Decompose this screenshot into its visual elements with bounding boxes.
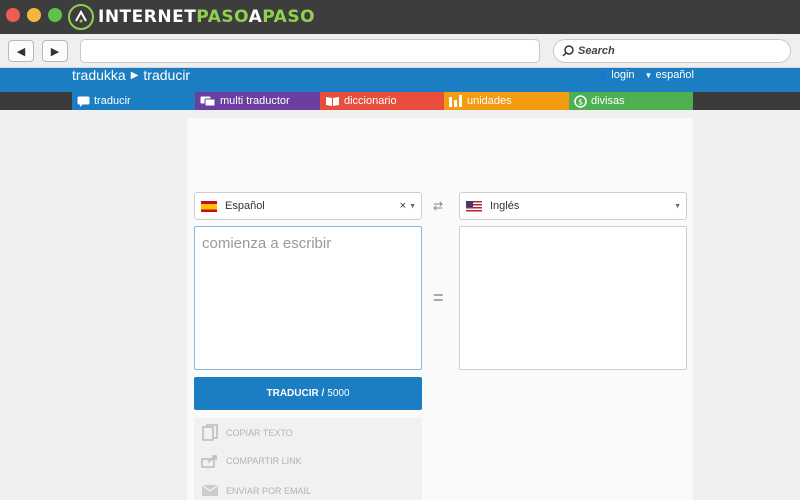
source-language-label: Español	[225, 200, 265, 212]
source-text-input[interactable]	[194, 226, 422, 370]
action-list: COPIAR TEXTO COMPARTIR LINK ENVIAR POR E…	[194, 418, 422, 500]
svg-text:$: $	[578, 97, 583, 106]
minimize-window-button[interactable]	[27, 8, 41, 22]
mail-icon	[194, 484, 226, 497]
close-window-button[interactable]	[6, 8, 20, 22]
tab-unidades[interactable]: unidades	[444, 92, 569, 110]
site-language-dropdown[interactable]: ▼ español	[645, 69, 694, 81]
watermark-logo: INTERNETPASOAPASO	[68, 3, 315, 31]
forward-button[interactable]: ▶	[42, 40, 68, 62]
chat-bubble-icon	[77, 96, 90, 107]
breadcrumb-current: traducir	[143, 67, 191, 83]
signal-logo-icon	[68, 4, 94, 30]
target-language-label: Inglés	[490, 200, 520, 212]
share-icon	[194, 454, 226, 468]
window-titlebar: INTERNETPASOAPASO	[0, 0, 800, 34]
translate-button-label: TRADUCIR /	[266, 388, 325, 399]
address-bar[interactable]	[80, 39, 540, 63]
caret-down-icon: ▼	[644, 70, 653, 80]
chat-bubbles-icon	[200, 96, 216, 107]
chevron-down-icon: ▼	[674, 202, 681, 210]
user-icon: 👤	[598, 70, 609, 80]
back-button[interactable]: ◀	[8, 40, 34, 62]
clear-language-icon[interactable]: ×	[400, 200, 406, 212]
tab-traducir[interactable]: traducir	[72, 92, 195, 110]
back-arrow-icon: ◀	[16, 45, 26, 58]
copy-icon	[194, 424, 226, 442]
bar-chart-icon	[449, 95, 463, 107]
equals-icon: =	[433, 288, 444, 308]
share-link-button[interactable]: COMPARTIR LINK	[194, 454, 302, 468]
tab-divisas[interactable]: $ divisas	[569, 92, 693, 110]
source-language-select[interactable]: Español × ▼	[194, 192, 422, 220]
us-flag-icon	[466, 200, 482, 212]
search-field[interactable]: Search	[553, 39, 791, 63]
swap-languages-icon[interactable]: ⇄	[433, 199, 443, 213]
breadcrumb-home-link[interactable]: tradukka	[72, 67, 126, 83]
translate-button[interactable]: TRADUCIR / 5000	[194, 377, 422, 410]
chevron-down-icon: ▼	[409, 202, 416, 210]
translation-output[interactable]	[459, 226, 687, 370]
search-icon	[562, 45, 574, 57]
tab-multi-traductor[interactable]: multi traductor	[195, 92, 320, 110]
header-menu: 👤 login ▼ español	[588, 68, 694, 82]
watermark-text: INTERNETPASOAPASO	[98, 7, 316, 27]
search-placeholder: Search	[578, 45, 615, 57]
copy-text-button[interactable]: COPIAR TEXTO	[194, 424, 293, 442]
tab-diccionario[interactable]: diccionario	[320, 92, 444, 110]
login-link[interactable]: 👤 login	[598, 69, 634, 81]
maximize-window-button[interactable]	[48, 8, 62, 22]
email-button[interactable]: ENVIAR POR EMAIL	[194, 484, 311, 497]
browser-toolbar: ◀ ▶ Search	[0, 34, 800, 68]
coin-icon: $	[574, 94, 587, 108]
site-header: tradukka ▶ traducir 👤 login ▼ español	[0, 67, 800, 92]
tool-tabs: traducir multi traductor diccionario uni…	[72, 92, 693, 110]
spain-flag-icon	[201, 200, 217, 212]
target-language-select[interactable]: Inglés ▼	[459, 192, 687, 220]
book-icon	[325, 96, 340, 107]
breadcrumb: tradukka ▶ traducir	[72, 67, 191, 83]
forward-arrow-icon: ▶	[50, 45, 60, 58]
breadcrumb-arrow-icon: ▶	[130, 69, 139, 81]
char-limit: 5000	[327, 388, 350, 399]
